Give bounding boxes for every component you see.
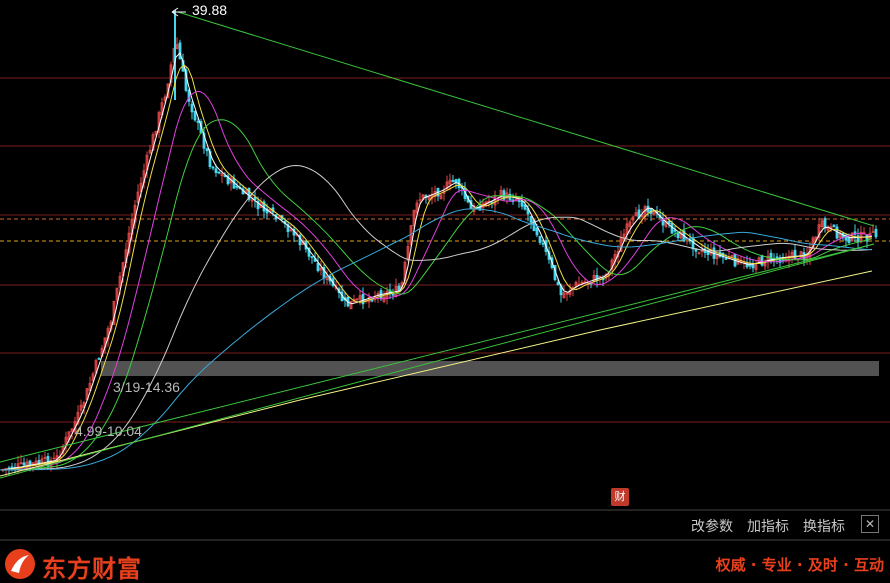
candle-body <box>193 110 197 121</box>
candle-body <box>556 282 560 285</box>
close-icon[interactable]: ✕ <box>861 515 879 533</box>
candle-body <box>370 299 374 302</box>
candlestick-chart[interactable]: 39.88 3/19-14.36 4.99-10.04 <box>0 0 890 545</box>
candle-body <box>211 166 215 169</box>
candle-body <box>391 293 395 296</box>
price-band <box>101 361 879 376</box>
candle-body <box>847 237 851 243</box>
candle-body <box>823 218 827 229</box>
candle-body <box>451 180 455 183</box>
candlesticks <box>1 10 878 477</box>
candle-body <box>775 256 779 259</box>
candle-body <box>196 120 200 123</box>
candle-body <box>97 358 101 360</box>
band-label-upper: 3/19-14.36 <box>113 379 180 395</box>
candle-body <box>748 264 752 267</box>
candle-body <box>397 285 401 291</box>
gridlines <box>0 77 890 541</box>
candle-body <box>22 462 26 466</box>
candle-body <box>28 460 32 466</box>
candle-body <box>538 236 542 243</box>
candle-body <box>751 264 755 269</box>
candle-body <box>724 258 728 260</box>
upper-trendline <box>177 11 875 227</box>
finance-badge-icon[interactable]: 财 <box>611 488 629 506</box>
candle-body <box>520 200 524 207</box>
modify-params-button[interactable]: 改参数 <box>691 516 733 536</box>
brand-name: 东方财富 <box>42 555 142 583</box>
ma10-line <box>0 64 873 471</box>
ma20-line <box>0 90 873 471</box>
candle-body <box>541 242 545 245</box>
candle-body <box>217 171 221 174</box>
candle-body <box>832 224 836 228</box>
candle-body <box>871 231 875 233</box>
brand-slogan: 权威 · 专业 · 及时 · 互动 <box>715 556 884 574</box>
candle-body <box>310 256 314 258</box>
switch-indicator-button[interactable]: 换指标 <box>803 516 845 536</box>
highlight-band <box>101 361 879 376</box>
candle-body <box>676 232 680 239</box>
candle-body <box>535 227 539 236</box>
chart-window: 39.88 3/19-14.36 4.99-10.04 财 改参数 加指标 换指… <box>0 0 890 583</box>
footer-bar: 东方财富 权威 · 专业 · 及时 · 互动 <box>0 545 890 583</box>
indicator-toolbar: 改参数 加指标 换指标 ✕ <box>0 512 890 540</box>
band-label-lower: 4.99-10.04 <box>75 423 142 439</box>
brand-logo-icon <box>5 549 35 579</box>
ma30-line <box>0 119 873 471</box>
candle-body <box>874 229 878 238</box>
candle-body <box>205 148 209 152</box>
candle-body <box>454 179 458 183</box>
candle-body <box>187 89 191 102</box>
candle-body <box>316 262 320 272</box>
candle-body <box>529 216 533 223</box>
candle-body <box>670 223 674 234</box>
candle-body <box>190 103 194 113</box>
candle-body <box>667 220 671 225</box>
add-indicator-button[interactable]: 加指标 <box>747 516 789 536</box>
candle-body <box>673 229 677 232</box>
candle-body <box>214 168 218 174</box>
high-price-label: 39.88 <box>192 2 227 18</box>
